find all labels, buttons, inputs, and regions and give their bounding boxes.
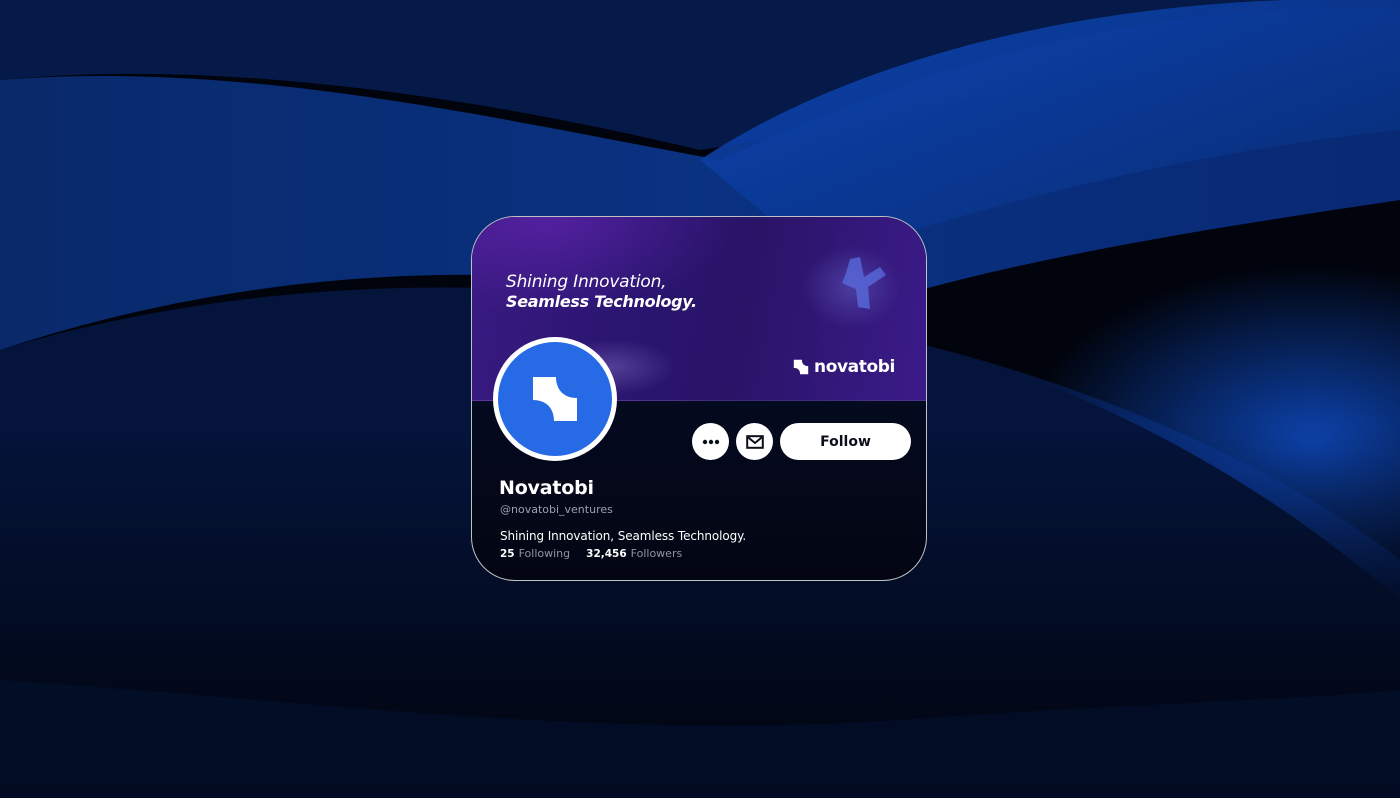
more-options-button[interactable] xyxy=(692,423,729,460)
message-button[interactable] xyxy=(736,423,773,460)
profile-card: Shining Innovation, Seamless Technology.… xyxy=(471,216,927,581)
followers-count: 32,456 xyxy=(586,548,627,560)
profile-bio: Shining Innovation, Seamless Technology. xyxy=(500,529,747,543)
followers-label: Followers xyxy=(630,547,683,560)
following-stat[interactable]: 25 Following xyxy=(500,547,570,560)
following-count: 25 xyxy=(500,548,515,560)
profile-stats: 25 Following 32,456 Followers xyxy=(500,547,682,560)
mail-icon xyxy=(745,434,764,449)
sparkle-decoration-icon xyxy=(842,257,886,309)
more-horizontal-icon xyxy=(702,439,719,444)
followers-stat[interactable]: 32,456 Followers xyxy=(586,547,682,560)
banner-tagline-line1: Shining Innovation, xyxy=(506,272,667,292)
follow-button[interactable]: Follow xyxy=(780,423,911,460)
novatobi-logo-icon xyxy=(793,359,809,375)
following-label: Following xyxy=(518,547,571,560)
profile-handle: @novatobi_ventures xyxy=(500,503,613,516)
avatar-image xyxy=(498,342,612,456)
banner-brand-logo: novatobi xyxy=(792,357,895,377)
banner-tagline-line2: Seamless Technology. xyxy=(506,292,697,311)
avatar[interactable] xyxy=(493,337,617,461)
novatobi-logo-icon xyxy=(533,377,577,421)
brand-wordmark: novatobi xyxy=(814,357,895,377)
profile-name: Novatobi xyxy=(499,477,594,499)
